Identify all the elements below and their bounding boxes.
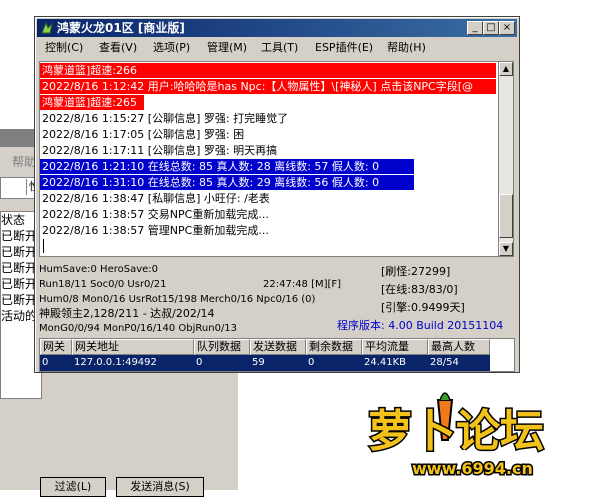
close-button[interactable]: × <box>499 21 515 35</box>
menu-options[interactable]: 选项(P) <box>153 41 190 55</box>
log-line: 2022/8/16 1:38:47 [私聊信息] 小旺仔: /老表 <box>42 192 270 205</box>
log-scrollbar[interactable]: ▲ ▼ <box>498 61 514 257</box>
status-mon: MonG0/0/94 MonP0/16/140 ObjRun0/13 <box>39 323 238 334</box>
menu-tools[interactable]: 工具(T) <box>261 41 298 55</box>
table-cell: 24.41KB <box>364 357 407 368</box>
window-titlebar[interactable]: 鸿蒙火龙01区 [商业版] _ □ × <box>37 19 517 37</box>
log-line: 鸿蒙道篮]超速:266 <box>40 63 496 78</box>
menu-manage[interactable]: 管理(M) <box>207 41 247 55</box>
log-line: 2022/8/16 1:12:42 用户:哈哈哈是has Npc:【人物属性】\… <box>40 79 496 94</box>
column-header[interactable]: 队列数据 <box>194 339 250 355</box>
status-castle: 神殿领主2,128/211 - 达叔/202/14 <box>39 307 215 320</box>
menu-esp-plugins[interactable]: ESP插件(E) <box>315 41 373 55</box>
window-title: 鸿蒙火龙01区 [商业版] <box>57 21 185 35</box>
log-line: 2022/8/16 1:17:05 [公聊信息] 罗强: 困 <box>42 128 245 141</box>
maximize-button[interactable]: □ <box>483 21 499 35</box>
scroll-thumb[interactable] <box>499 194 513 238</box>
column-header[interactable]: 网关地址 <box>72 339 194 355</box>
table-cell: 28/54 <box>430 357 459 368</box>
scroll-up-icon[interactable]: ▲ <box>499 62 513 76</box>
column-header[interactable]: 最高人数 <box>428 339 490 355</box>
status-time: 22:47:48 [M][F] <box>263 279 342 290</box>
filter-button[interactable]: 过滤(L) <box>40 477 106 497</box>
column-header[interactable]: 发送数据 <box>250 339 306 355</box>
table-cell: 59 <box>252 357 265 368</box>
log-line: 鸿蒙道篮]超速:265 <box>40 95 144 110</box>
text-caret <box>43 239 44 253</box>
column-header[interactable]: 剩余数据 <box>306 339 362 355</box>
log-line: 2022/8/16 1:17:11 [公聊信息] 罗强: 明天再搞 <box>42 144 278 157</box>
column-header[interactable]: 平均流量 <box>362 339 428 355</box>
server-console-window: 鸿蒙火龙01区 [商业版] _ □ × 控制(C) 查看(V) 选项(P) 管理… <box>34 16 520 373</box>
status-online: [在线:83/83/0] <box>381 283 458 296</box>
menu-help[interactable]: 帮助(H) <box>387 41 426 55</box>
menu-control[interactable]: 控制(C) <box>45 41 83 55</box>
log-line: 2022/8/16 1:21:10 在线总数: 85 真人数: 28 离线数: … <box>40 159 414 174</box>
log-line: 2022/8/16 1:15:27 [公聊信息] 罗强: 打完睡觉了 <box>42 112 289 125</box>
column-header[interactable]: 网关 <box>40 339 72 355</box>
watermark-title: 萝卜论坛 <box>368 406 544 457</box>
menu-bar: 控制(C) 查看(V) 选项(P) 管理(M) 工具(T) ESP插件(E) 帮… <box>37 39 517 57</box>
status-runtime: [引擎:0.9499天] <box>381 301 465 314</box>
program-version: 程序版本: 4.00 Build 20151104 <box>337 319 504 332</box>
app-dragon-icon <box>40 21 54 35</box>
table-cell: 0 <box>308 357 315 368</box>
log-line: 2022/8/16 1:38:57 交易NPC重新加载完成... <box>42 208 269 221</box>
log-line: 2022/8/16 1:31:10 在线总数: 85 真人数: 29 离线数: … <box>40 175 414 190</box>
table-cell: 0 <box>42 357 49 368</box>
status-hum: Hum0/8 Mon0/16 UsrRot15/198 Merch0/16 Np… <box>39 294 316 305</box>
table-cell: 127.0.0.1:49492 <box>74 357 157 368</box>
status-save: HumSave:0 HeroSave:0 <box>39 264 159 275</box>
send-message-button[interactable]: 发送消息(S) <box>116 477 204 497</box>
scroll-down-icon[interactable]: ▼ <box>499 242 513 256</box>
gateway-table[interactable]: 网关 网关地址 队列数据 发送数据 剩余数据 平均流量 最高人数 0 127.0… <box>39 338 515 372</box>
table-cell: 0 <box>196 357 203 368</box>
log-line: 2022/8/16 1:38:57 管理NPC重新加载完成... <box>42 224 269 237</box>
minimize-button[interactable]: _ <box>467 21 483 35</box>
status-run: Run18/11 Soc0/0 Usr0/21 <box>39 279 167 290</box>
status-refresh: [刷怪:27299] <box>381 265 451 278</box>
watermark-logo: 萝卜论坛 www.6994.cn <box>360 380 596 480</box>
log-panel[interactable]: 鸿蒙道篮]超速:266 2022/8/16 1:12:42 用户:哈哈哈是has… <box>39 61 499 257</box>
menu-view[interactable]: 查看(V) <box>99 41 137 55</box>
watermark-url: www.6994.cn <box>412 459 533 478</box>
background-menu-help[interactable]: 帮助 <box>12 153 36 170</box>
